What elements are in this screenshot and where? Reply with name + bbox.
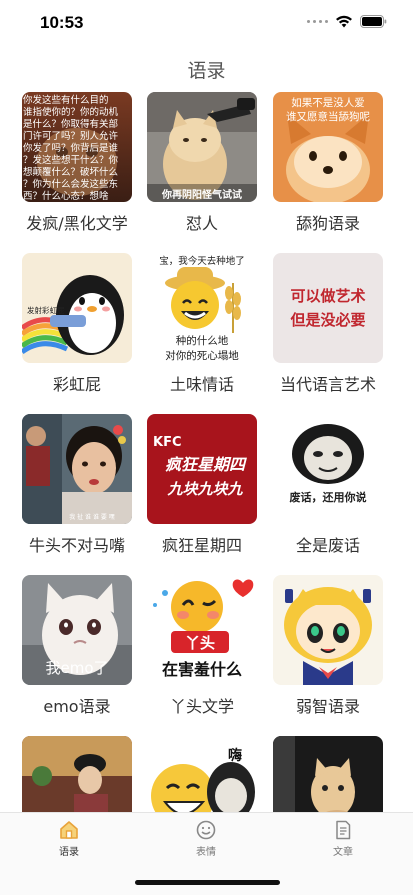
overlay-line: 但是没必要 (289, 311, 365, 329)
cellular-dots-icon (307, 20, 328, 23)
status-bar: 10:53 (0, 0, 413, 48)
category-card-emo[interactable]: 我emo了 emo语录 (22, 575, 132, 716)
overlay-line: 如果不是没人爱 (291, 96, 365, 109)
overlay-line: 是什么？你取得有关部 (23, 118, 118, 130)
category-card-row5-1[interactable] (22, 736, 132, 812)
category-card-nonsense[interactable]: 废话，还用你说 全是废话 (273, 414, 383, 555)
smiley-icon (196, 820, 216, 840)
overlay-line: 谁指使你的？你的动机 (23, 106, 119, 118)
category-card-non-sequitur[interactable]: 我 扯 谁 谁 要 嘿 牛头不对马嘴 (22, 414, 132, 555)
category-image-rainbow-fart[interactable]: 发射彩虹屁 (22, 253, 132, 363)
overlay-line: 发射彩虹屁 (27, 305, 65, 315)
category-image-dumb[interactable] (273, 575, 383, 685)
category-image-simp[interactable]: 如果不是没人爱 谁又愿意当舔狗呢 (273, 92, 383, 202)
overlay-line: 西？什么心态？想啥 (23, 190, 109, 202)
overlay-line: 废话，还用你说 (290, 490, 367, 504)
category-image-crazy-thursday[interactable]: KFC 疯狂星期四 九块九块九 (147, 414, 257, 524)
category-card-row5-2[interactable]: 嗨 (147, 736, 257, 812)
tab-label: 文章 (333, 847, 353, 858)
tab-label: 语录 (59, 847, 79, 858)
overlay-line: 你再阴阳怪气试试 (161, 188, 242, 201)
tab-label: 表情 (196, 847, 216, 858)
wifi-icon (336, 15, 352, 28)
category-image-cheesy-love[interactable]: 宝，我今天去种地了 种的什么地 对你的死心塌地 (147, 253, 257, 363)
overlay-line: 宝，我今天去种地了 (159, 255, 245, 267)
category-card-roast[interactable]: 你再阴阳怪气试试 怼人 (147, 92, 257, 233)
home-indicator (135, 880, 280, 885)
category-grid: 你发这些有什么目的 谁指使你的？你的动机 是什么？你取得有关部 门许可了吗？别人… (0, 92, 413, 812)
category-label: 弱智语录 (295, 697, 360, 716)
overlay-line: 九块九块九 (166, 480, 243, 498)
overlay-line: 嗨 (228, 747, 242, 764)
category-card-dumb[interactable]: 弱智语录 (273, 575, 383, 716)
category-card-simp[interactable]: 如果不是没人爱 谁又愿意当舔狗呢 舔狗语录 (273, 92, 383, 233)
category-image-girl-lit[interactable]: 丫头 在害羞什么 (147, 575, 257, 685)
category-image-row5-1[interactable] (22, 736, 132, 812)
overlay-line: 疯狂星期四 (165, 455, 247, 474)
page-title: 语录 (187, 60, 226, 82)
battery-icon (360, 15, 387, 28)
overlay-line: 可以做艺术 (290, 287, 365, 305)
overlay-line: 你发这些有什么目的 (23, 94, 109, 106)
status-time: 10:53 (40, 13, 84, 32)
overlay-line: 我 扯 谁 谁 要 嘿 (69, 513, 115, 521)
overlay-line: 丫头 (185, 634, 215, 652)
home-icon (60, 821, 78, 839)
status-icons (307, 15, 387, 28)
category-image-row5-3[interactable] (273, 736, 383, 812)
category-image-non-sequitur[interactable]: 我 扯 谁 谁 要 嘿 (22, 414, 132, 524)
overlay-line: 我emo了 (45, 659, 108, 677)
category-label: 当代语言艺术 (279, 375, 376, 394)
category-image-roast[interactable]: 你再阴阳怪气试试 (147, 92, 257, 202)
overlay-line: KFC (153, 435, 182, 450)
category-card-crazy-thursday[interactable]: KFC 疯狂星期四 九块九块九 疯狂星期四 (147, 414, 257, 555)
category-image-nonsense[interactable]: 废话，还用你说 (273, 414, 383, 524)
tab-articles[interactable]: 文章 (303, 819, 383, 858)
overlay-line: 想颠覆什么？破坏什么 (23, 166, 118, 178)
overlay-line: ？你为什么会发这些东 (23, 178, 118, 190)
category-label: 舔狗语录 (295, 214, 360, 233)
overlay-line: 门许可了吗？别人允许 (23, 130, 119, 142)
category-card-rainbow-fart[interactable]: 发射彩虹屁 彩虹屁 (22, 253, 132, 394)
tab-stickers[interactable]: 表情 (166, 819, 246, 858)
overlay-line: 种的什么地 (176, 334, 229, 347)
category-card-girl-lit[interactable]: 丫头 在害羞什么 丫头文学 (147, 575, 257, 716)
document-icon (336, 820, 351, 840)
category-image-crazy-lit[interactable]: 你发这些有什么目的 谁指使你的？你的动机 是什么？你取得有关部 门许可了吗？别人… (22, 92, 132, 202)
category-card-cheesy-love[interactable]: 宝，我今天去种地了 种的什么地 对你的死心塌地 土味情话 (147, 253, 257, 394)
category-card-row5-3[interactable] (273, 736, 383, 812)
overlay-line: 在害羞什么 (162, 660, 242, 679)
tab-quotes[interactable]: 语录 (29, 819, 109, 858)
overlay-line: ？发这些想干什么？你 (23, 154, 119, 166)
category-image-emo[interactable]: 我emo了 (22, 575, 132, 685)
overlay-line: 谁又愿意当舔狗呢 (286, 110, 370, 123)
category-label: 全是废话 (295, 536, 360, 555)
category-image-language-art[interactable]: 可以做艺术 但是没必要 (273, 253, 383, 363)
overlay-line: 对你的死心塌地 (165, 349, 239, 362)
category-card-language-art[interactable]: 可以做艺术 但是没必要 当代语言艺术 (273, 253, 383, 394)
category-image-row5-2[interactable]: 嗨 (147, 736, 257, 812)
overlay-line: 你发了吗？你背后是谁 (23, 142, 119, 154)
category-card-crazy-lit[interactable]: 你发这些有什么目的 谁指使你的？你的动机 是什么？你取得有关部 门许可了吗？别人… (22, 92, 132, 233)
